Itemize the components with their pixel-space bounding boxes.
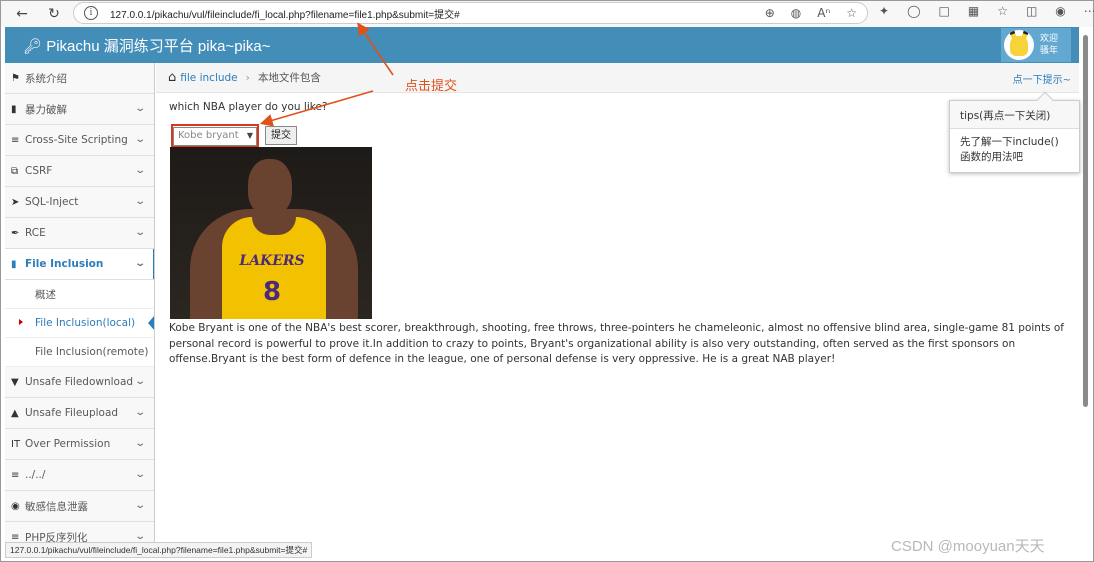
sidebar-item-php-unserialize[interactable]: ≡ PHP反序列化 ⌄ <box>5 522 154 543</box>
chevron-down-icon: ▼ <box>246 131 253 140</box>
extension-bird-icon[interactable]: ✦ <box>879 4 889 18</box>
address-bar[interactable]: i 127.0.0.1/pikachu/vul/fileinclude/fi_l… <box>73 2 868 24</box>
plane-icon: ➤ <box>11 196 20 208</box>
download-icon: ▼ <box>11 376 19 388</box>
annotation-label: 点击提交 <box>405 79 458 94</box>
list-icon: ≡ <box>11 531 20 543</box>
sidebar-item-fileupload[interactable]: ▲ Unsafe Fileupload ⌄ <box>5 398 154 429</box>
breadcrumb-separator-icon: › <box>245 71 250 84</box>
wrench-icon: ✒ <box>11 227 20 239</box>
breadcrumb-current: 本地文件包含 <box>257 72 321 84</box>
chevron-down-icon: ⌄ <box>133 227 146 238</box>
camera-icon: ◉ <box>11 500 20 512</box>
sliders-icon: ≡ <box>11 134 20 146</box>
address-url[interactable]: 127.0.0.1/pikachu/vul/fileinclude/fi_loc… <box>110 6 460 21</box>
translate-icon[interactable]: ◍ <box>791 6 801 20</box>
question-text: which NBA player do you like? <box>169 101 328 113</box>
chevron-down-icon: ⌄ <box>133 438 146 449</box>
lock-icon: ▮ <box>11 103 17 115</box>
text-height-icon: IT <box>11 438 21 450</box>
chevron-down-icon: ⌄ <box>133 500 146 511</box>
sidebar-item-over-permission[interactable]: IT Over Permission ⌄ <box>5 429 154 460</box>
reload-icon[interactable]: ↻ <box>41 3 67 25</box>
upload-icon: ▲ <box>11 407 19 419</box>
breadcrumb: ⌂ file include › 本地文件包含 点一下提示~ <box>156 63 1079 93</box>
sidebar-item-sqli[interactable]: ➤ SQL-Inject ⌄ <box>5 187 154 218</box>
more-menu-icon[interactable]: ⋯ <box>1084 4 1094 18</box>
chevron-down-icon: ⌄ <box>133 376 146 387</box>
tips-title[interactable]: tips(再点一下关闭) <box>950 101 1079 129</box>
main-content: which NBA player do you like? Kobe bryan… <box>169 101 1069 365</box>
sidebar-item-csrf[interactable]: ⧉ CSRF ⌄ <box>5 156 154 187</box>
extensions-puzzle-icon[interactable]: ▦ <box>968 4 979 18</box>
tips-body: 先了解一下include()函数的用法吧 <box>960 136 1059 163</box>
chevron-down-icon: ⌄ <box>133 196 146 207</box>
sidebar-subitem-overview[interactable]: 概述 <box>5 280 154 309</box>
info-icon[interactable]: i <box>84 6 98 20</box>
submit-button[interactable]: 提交 <box>265 126 297 145</box>
key-icon: 🔑︎ <box>23 38 43 55</box>
sidebar: ⚑ 系统介绍 ▮ 暴力破解 ⌄ ≡ Cross-Site Scripting ⌄ ⧉ CSR… <box>5 63 155 543</box>
chevron-down-icon: ⌄ <box>133 134 146 145</box>
sidebar-item-rce[interactable]: ✒ RCE ⌄ <box>5 218 154 249</box>
watermark: CSDN @mooyuan天天 <box>891 538 1045 555</box>
sidebar-item-info-leak[interactable]: ◉ 敏感信息泄露 ⌄ <box>5 491 154 522</box>
share-icon: ⧉ <box>11 165 19 177</box>
extension-circle-icon[interactable]: ◯ <box>907 4 920 18</box>
home-icon[interactable]: ⌂ <box>168 70 176 85</box>
list-icon: ≡ <box>11 469 20 481</box>
sidebar-item-bruteforce[interactable]: ▮ 暴力破解 ⌄ <box>5 94 154 125</box>
page-scrollbar[interactable] <box>1082 31 1090 543</box>
tag-icon: ⚑ <box>11 72 20 84</box>
chevron-down-icon: ⌄ <box>133 531 146 542</box>
app-header: 🔑︎ Pikachu 漏洞练习平台 pika~pika~ 欢迎 骚年 <box>5 27 1079 63</box>
sidebar-item-filedownload[interactable]: ▼ Unsafe Filedownload ⌄ <box>5 367 154 398</box>
sidebar-item-intro[interactable]: ⚑ 系统介绍 <box>5 63 154 94</box>
file-icon: ▮ <box>11 258 17 270</box>
collections-icon[interactable]: ◫ <box>1026 4 1037 18</box>
read-aloud-icon[interactable]: Aⁿ <box>817 6 830 20</box>
chevron-down-icon: ⌄ <box>133 407 146 418</box>
extension-page-icon[interactable]: □ <box>939 4 950 18</box>
favorite-star-icon[interactable]: ☆ <box>846 6 857 20</box>
avatar <box>1004 30 1034 60</box>
zoom-icon[interactable]: ⊕ <box>765 6 775 20</box>
sidebar-item-dir-traversal[interactable]: ≡ ../../⌄ <box>5 460 154 491</box>
breadcrumb-link[interactable]: file include <box>180 72 237 84</box>
user-greeting: 欢迎 骚年 <box>1040 34 1059 56</box>
player-select[interactable]: Kobe bryant ▼ <box>173 127 257 146</box>
back-icon[interactable]: ← <box>9 3 35 25</box>
profile-icon[interactable]: ◉ <box>1055 4 1065 18</box>
chevron-down-icon: ⌄ <box>133 258 146 269</box>
status-bar-url: 127.0.0.1/pikachu/vul/fileinclude/fi_loc… <box>5 542 313 558</box>
tips-toggle-link[interactable]: 点一下提示~ <box>1013 71 1071 86</box>
sidebar-item-xss[interactable]: ≡ Cross-Site Scripting ⌄ <box>5 125 154 156</box>
chevron-down-icon: ⌄ <box>133 165 146 176</box>
player-photo: LAKERS 8 <box>170 147 372 319</box>
player-description: Kobe Bryant is one of the NBA's best sco… <box>169 322 1064 365</box>
favorites-icon[interactable]: ☆ <box>997 4 1008 18</box>
sidebar-subitem-local[interactable]: File Inclusion(local) <box>5 309 154 338</box>
browser-toolbar: ← ↻ i 127.0.0.1/pikachu/vul/fileinclude/… <box>1 1 1094 27</box>
user-menu[interactable]: 欢迎 骚年 <box>1001 28 1071 62</box>
sidebar-subitem-remote[interactable]: File Inclusion(remote) <box>5 338 154 367</box>
brand-title[interactable]: 🔑︎ Pikachu 漏洞练习平台 pika~pika~ <box>23 35 270 56</box>
tips-popover[interactable]: tips(再点一下关闭) 先了解一下include()函数的用法吧 <box>949 91 1080 173</box>
chevron-down-icon: ⌄ <box>133 103 146 114</box>
sidebar-item-file-inclusion[interactable]: ▮ File Inclusion ⌄ <box>5 249 154 280</box>
chevron-down-icon: ⌄ <box>133 469 146 480</box>
scrollbar-thumb[interactable] <box>1083 35 1088 407</box>
